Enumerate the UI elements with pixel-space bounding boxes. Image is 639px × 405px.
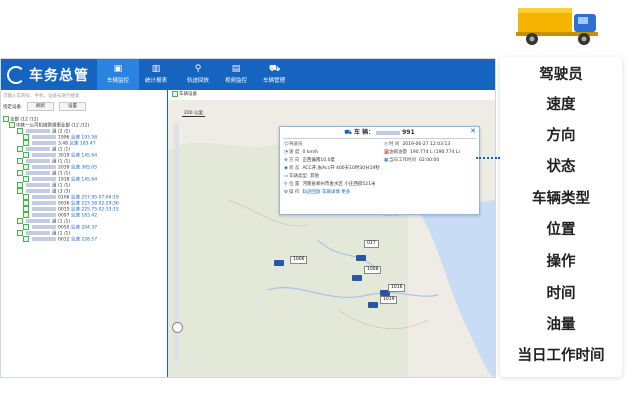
logo-c-icon [7, 66, 25, 84]
feature-item: 操作 [546, 254, 576, 270]
tab-statistics[interactable]: ▥ 统计报表 [135, 59, 177, 90]
field-operation[interactable]: ⚙操 作轨迹回放 车辆详情 更多 [284, 189, 350, 197]
monitor-icon: ▣ [113, 64, 123, 74]
feature-item: 方向 [546, 128, 576, 144]
field-direction: ⊕方 向正西偏南10.0度 [284, 158, 335, 163]
tab-video-monitor[interactable]: ▤ 视频监控 [215, 59, 257, 90]
feature-item: 状态 [546, 159, 576, 175]
field-driver: ☺驾驶员 [284, 142, 303, 147]
map-header: 车辆设备 [168, 90, 495, 100]
field-vehicle-type: ▭车辆类型 其他 [284, 174, 319, 179]
designate-device-button[interactable]: 指定设备 [3, 103, 21, 112]
zoom-slider-handle[interactable] [172, 322, 183, 333]
feature-item: 驾驶员 [539, 67, 583, 83]
app-window: 车务总管 ▣ 车辆监控 ▥ 统计报表 ⚲ 轨迹回放 ▤ 视频监控 ⛟ 车辆管理 … [0, 58, 496, 378]
vehicle-marker-label[interactable]: 1008 [364, 266, 382, 274]
vehicle-marker-label[interactable]: 1019 [380, 296, 398, 304]
tab-vehicle-management[interactable]: ⛟ 车辆管理 [253, 59, 295, 90]
tree-vehicle[interactable]: 0012 怠速 228.57 [23, 236, 97, 243]
map-scale: 200 公里 [182, 111, 206, 117]
vehicle-marker-icon[interactable] [274, 260, 284, 266]
video-icon: ▤ [231, 64, 241, 74]
field-state: ◉状 态 ACC开,省Acc开 400天10时30分19秒 [284, 166, 380, 171]
route-icon: ⚲ [194, 64, 202, 74]
top-nav-bar: 车务总管 ▣ 车辆监控 ▥ 统计报表 ⚲ 轨迹回放 ▤ 视频监控 ⛟ 车辆管理 [1, 59, 495, 90]
vehicle-marker-icon[interactable] [356, 255, 366, 261]
bar-chart-icon: ▥ [151, 64, 161, 74]
field-speed: ◔速 度0 km/h [284, 150, 319, 155]
feature-item: 油量 [546, 317, 576, 333]
vehicle-marker-label[interactable]: 017 [364, 240, 379, 248]
tab-track-playback[interactable]: ⚲ 轨迹回放 [177, 59, 219, 90]
vehicle-marker-icon[interactable] [368, 302, 378, 308]
field-work-time: ▦当日工作时间 02:00:00 [384, 158, 440, 163]
feature-item: 速度 [546, 97, 576, 113]
truck-icon: ⛟ [344, 129, 354, 136]
vehicle-tree-panel: 可输入车牌号、手机、设备号进行搜索 指定设备 刷新 设置 全部 (12 /12)… [1, 90, 168, 377]
feature-item: 当日工作时间 [517, 348, 605, 364]
field-oil: ⛽油箱油量 190.774 L (190.774 L) [384, 150, 461, 155]
tree-toolbar: 指定设备 刷新 设置 [3, 102, 163, 112]
map-view[interactable]: 车辆设备 200 公里 1006 017 1008 1016 1019 ⛟ 车 … [168, 90, 495, 377]
search-input[interactable]: 可输入车牌号、手机、设备号进行搜索 [3, 93, 161, 101]
field-position: ⚲ 位 置河南省郑州市金水区 小庄西街521米 [284, 182, 376, 187]
truck-illustration [516, 8, 598, 45]
refresh-button[interactable]: 刷新 [27, 102, 54, 111]
logo-text: 车务总管 [29, 68, 89, 84]
feature-item: 位置 [546, 222, 576, 238]
feature-list-panel: 驾驶员 速度 方向 状态 车辆类型 位置 操作 时间 油量 当日工作时间 [500, 57, 622, 377]
vehicle-marker-label[interactable]: 1006 [290, 256, 308, 264]
vehicle-info-popup: ⛟ 车 辆： 991 ✕ ☺驾驶员 ◷时 间 2019-06-27 12:03:13… [279, 126, 480, 215]
vehicle-marker-icon[interactable] [352, 275, 362, 281]
close-icon[interactable]: ✕ [470, 127, 476, 135]
car-icon: ⛟ [269, 64, 281, 74]
popup-title: ⛟ 车 辆： 991 [344, 129, 415, 136]
feature-item: 车辆类型 [532, 191, 590, 207]
tab-vehicle-monitor[interactable]: ▣ 车辆监控 [97, 59, 139, 90]
vehicle-marker-label[interactable]: 1016 [388, 284, 406, 292]
feature-item: 时间 [546, 286, 576, 302]
connector-dotted-line [476, 157, 500, 159]
settings-button[interactable]: 设置 [59, 102, 86, 111]
app-logo: 车务总管 [7, 64, 95, 86]
field-time: ◷时 间 2019-06-27 12:03:13 [384, 142, 451, 147]
